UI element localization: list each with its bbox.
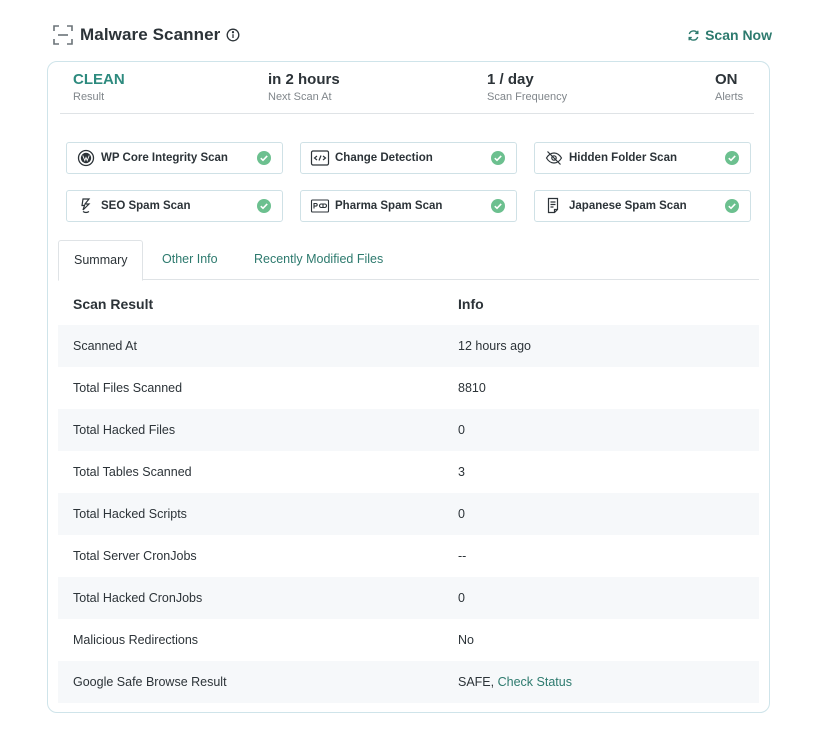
scan-tile-hidden-folder[interactable]: Hidden Folder Scan bbox=[534, 142, 751, 174]
row-key: Total Files Scanned bbox=[73, 381, 183, 395]
table-row: Total Files Scanned 8810 bbox=[58, 367, 759, 409]
scan-tile-label: Hidden Folder Scan bbox=[569, 152, 677, 164]
row-value: No bbox=[458, 633, 474, 647]
scan-now-label: Scan Now bbox=[705, 27, 772, 43]
table-row: Total Hacked Scripts 0 bbox=[58, 493, 759, 535]
row-key: Malicious Redirections bbox=[73, 633, 199, 647]
stat-label: Scan Frequency bbox=[487, 91, 568, 103]
header: Malware Scanner Scan Now bbox=[52, 22, 772, 48]
stat-next-scan: in 2 hours Next Scan At bbox=[268, 71, 340, 104]
stat-label: Result bbox=[73, 91, 105, 103]
check-circle-icon bbox=[257, 199, 271, 213]
check-circle-icon bbox=[725, 151, 739, 165]
table-row: Total Hacked Files 0 bbox=[58, 409, 759, 451]
row-key: Scanned At bbox=[73, 339, 137, 353]
row-value-group: SAFE, Check Status bbox=[458, 675, 759, 689]
tab-recently-modified-files[interactable]: Recently Modified Files bbox=[239, 240, 398, 280]
scan-frame-icon bbox=[52, 24, 74, 46]
scan-tile-label: Pharma Spam Scan bbox=[335, 200, 443, 212]
table-header: Scan Result Info bbox=[58, 283, 759, 325]
row-value: -- bbox=[458, 549, 467, 563]
table-row: Malicious Redirections No bbox=[58, 619, 759, 661]
stat-result: CLEAN Result bbox=[73, 71, 125, 104]
stat-label: Next Scan At bbox=[268, 91, 332, 103]
table-row: Total Hacked CronJobs 0 bbox=[58, 577, 759, 619]
scan-tile-wp-core[interactable]: WP Core Integrity Scan bbox=[66, 142, 283, 174]
row-key: Total Tables Scanned bbox=[73, 465, 192, 479]
table-row: Total Tables Scanned 3 bbox=[58, 451, 759, 493]
scan-tile-label: WP Core Integrity Scan bbox=[101, 152, 228, 164]
stat-value: in 2 hours bbox=[268, 71, 340, 88]
summary-table: Scan Result Info Scanned At 12 hours ago… bbox=[58, 283, 759, 703]
check-circle-icon bbox=[725, 199, 739, 213]
stats-bar: CLEAN Result in 2 hours Next Scan At 1 /… bbox=[60, 62, 754, 114]
tab-other-info[interactable]: Other Info bbox=[147, 240, 233, 280]
row-key: Total Hacked Files bbox=[73, 423, 176, 437]
table-row: Total Server CronJobs -- bbox=[58, 535, 759, 577]
title-group: Malware Scanner bbox=[52, 22, 240, 48]
document-icon bbox=[544, 197, 564, 215]
row-value: 3 bbox=[458, 465, 465, 479]
row-key: Total Hacked Scripts bbox=[73, 507, 187, 521]
row-value: 8810 bbox=[458, 381, 486, 395]
table-row: Scanned At 12 hours ago bbox=[58, 325, 759, 367]
scanner-card: CLEAN Result in 2 hours Next Scan At 1 /… bbox=[47, 61, 770, 713]
check-status-link[interactable]: Check Status bbox=[498, 675, 572, 689]
row-key: Google Safe Browse Result bbox=[73, 675, 227, 689]
scan-tile-label: Change Detection bbox=[335, 152, 433, 164]
row-value: 0 bbox=[458, 591, 465, 605]
scan-tile-label: Japanese Spam Scan bbox=[569, 200, 687, 212]
row-key: Total Server CronJobs bbox=[73, 549, 197, 563]
stat-value: 1 / day bbox=[487, 71, 534, 88]
scan-tile-label: SEO Spam Scan bbox=[101, 200, 191, 212]
row-value: 0 bbox=[458, 423, 465, 437]
info-icon[interactable] bbox=[226, 28, 240, 42]
row-key: Total Hacked CronJobs bbox=[73, 591, 203, 605]
stat-value: CLEAN bbox=[73, 71, 125, 88]
pill-icon bbox=[310, 197, 330, 215]
stat-label: Alerts bbox=[715, 91, 744, 103]
refresh-icon bbox=[687, 29, 700, 42]
check-circle-icon bbox=[257, 151, 271, 165]
stat-value: ON bbox=[715, 71, 738, 88]
tabs-bar: Summary Other Info Recently Modified Fil… bbox=[58, 240, 759, 281]
table-row: Google Safe Browse Result SAFE, Check St… bbox=[58, 661, 759, 703]
row-value: SAFE, bbox=[458, 675, 495, 689]
check-circle-icon bbox=[491, 199, 505, 213]
wordpress-icon bbox=[76, 149, 96, 167]
column-header: Scan Result bbox=[73, 296, 154, 312]
code-icon bbox=[310, 149, 330, 167]
eye-off-icon bbox=[544, 149, 564, 167]
scan-tile-pharma-spam[interactable]: Pharma Spam Scan bbox=[300, 190, 517, 222]
stat-scan-frequency: 1 / day Scan Frequency bbox=[487, 71, 567, 104]
stat-alerts: ON Alerts bbox=[715, 71, 743, 104]
column-header: Info bbox=[458, 296, 484, 312]
scan-tile-seo-spam[interactable]: SEO Spam Scan bbox=[66, 190, 283, 222]
tab-summary[interactable]: Summary bbox=[58, 240, 144, 281]
scan-now-button[interactable]: Scan Now bbox=[687, 22, 772, 48]
scan-tile-japanese-spam[interactable]: Japanese Spam Scan bbox=[534, 190, 751, 222]
page-title: Malware Scanner bbox=[80, 25, 221, 44]
row-value: 12 hours ago bbox=[458, 339, 531, 353]
check-circle-icon bbox=[491, 151, 505, 165]
spam-bolt-icon bbox=[76, 197, 96, 215]
row-value: 0 bbox=[458, 507, 465, 521]
scan-tile-change-detection[interactable]: Change Detection bbox=[300, 142, 517, 174]
